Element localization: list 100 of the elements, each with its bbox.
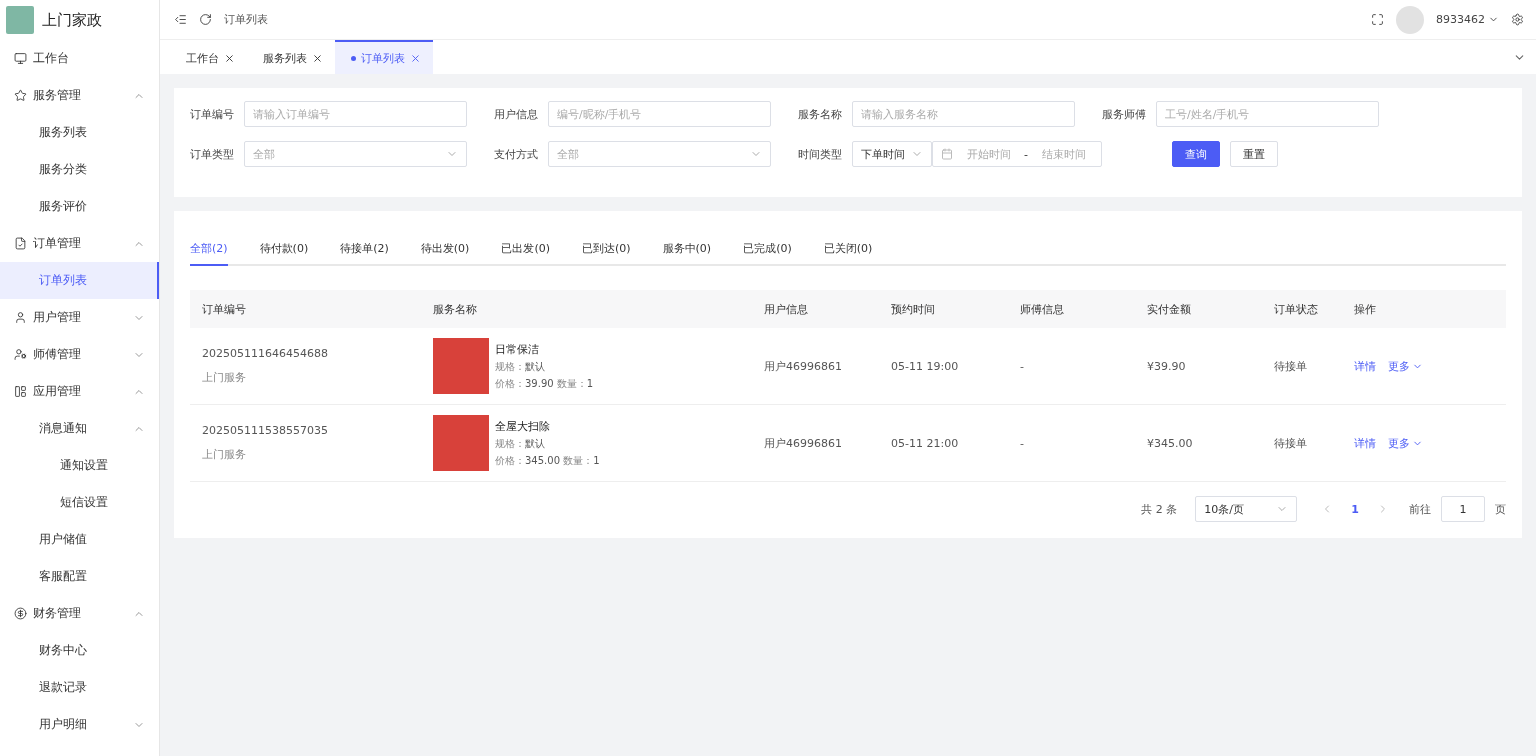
order-number: 202505111646454688 (202, 347, 329, 360)
column-header: 预约时间 (890, 301, 936, 317)
calendar-icon (941, 148, 953, 160)
sidebar-item[interactable]: 用户明细 (0, 706, 159, 743)
column-header: 订单状态 (1273, 301, 1319, 317)
status-tab[interactable]: 已出发(0) (501, 233, 550, 266)
sidebar-item[interactable]: 服务管理 (0, 77, 159, 114)
status-tab[interactable]: 待付款(0) (259, 233, 309, 266)
select-field[interactable]: 下单时间 (852, 141, 932, 167)
status-tab[interactable]: 已到达(0) (581, 233, 631, 266)
sidebar-item[interactable]: 通知设置 (0, 447, 159, 484)
page-size-select[interactable]: 10条/页 (1195, 496, 1298, 522)
total-count: 共 2 条 (1141, 501, 1178, 517)
sidebar-item[interactable]: 订单管理 (0, 225, 159, 262)
sidebar-item[interactable]: 工作台 (0, 40, 159, 77)
sidebar-item[interactable]: 应用管理 (0, 373, 159, 410)
sidebar-item[interactable]: 服务评价 (0, 188, 159, 225)
table-cell-text: 待接单 (1273, 358, 1308, 374)
page-tab[interactable]: 订单列表 (335, 40, 433, 74)
service-price: 价格：345.00 数量：1 (495, 453, 600, 468)
page-tab[interactable]: 工作台 (170, 40, 247, 74)
column-header: 师傅信息 (1019, 301, 1065, 317)
layout-icon (14, 385, 27, 398)
active-dot-icon (351, 55, 356, 61)
column-header: 实付金额 (1146, 301, 1192, 317)
goto-label: 前往 (1409, 501, 1431, 517)
service-spec: 规格：默认 (495, 359, 546, 374)
user-icon (14, 311, 27, 324)
table-cell-text: 用户46996861 (763, 435, 843, 451)
sidebar-item[interactable]: 财务中心 (0, 632, 159, 669)
column-header: 订单编号 (201, 301, 247, 317)
filter-label: 时间类型 (798, 146, 843, 162)
status-tab[interactable]: 服务中(0) (662, 233, 712, 266)
order-type: 上门服务 (202, 370, 247, 385)
breadcrumb: 订单列表 (224, 12, 269, 27)
fullscreen-icon[interactable] (1371, 13, 1384, 26)
status-tab[interactable]: 已完成(0) (743, 233, 792, 266)
column-header: 用户信息 (763, 301, 809, 317)
order-number: 202505111538557035 (202, 424, 329, 437)
table-cell-text: 待接单 (1273, 435, 1308, 451)
sidebar-item[interactable]: 用户管理 (0, 299, 159, 336)
document-check-icon (14, 237, 27, 250)
sidebar-item[interactable]: 客服配置 (0, 558, 159, 595)
sidebar-item[interactable]: 财务管理 (0, 595, 159, 632)
filter-label: 支付方式 (494, 146, 539, 162)
photo-placeholder (433, 415, 489, 471)
column-header: 服务名称 (432, 301, 478, 317)
sidebar-item[interactable]: 服务列表 (0, 114, 159, 151)
table-cell-text: 用户46996861 (763, 358, 843, 374)
sidebar-item[interactable]: 师傅管理 (0, 336, 159, 373)
app-title: 上门家政 (42, 10, 102, 30)
service-name: 全屋大扫除 (495, 418, 551, 434)
page-number[interactable]: 1 (1343, 502, 1367, 516)
table-cell-text: - (1019, 359, 1025, 373)
refresh-icon[interactable] (199, 13, 212, 26)
search-button[interactable]: 查询 (1172, 141, 1220, 167)
table-cell-text: ¥345.00 (1146, 436, 1194, 450)
logo-icon (6, 6, 34, 34)
page-input[interactable]: 1 (1441, 496, 1485, 522)
date-range-field[interactable]: 开始时间 - 结束时间 (932, 141, 1102, 167)
currency-icon (14, 607, 27, 620)
status-tab[interactable]: 待出发(0) (420, 233, 470, 266)
service-spec: 规格：默认 (495, 436, 546, 451)
sidebar-item[interactable]: 退款记录 (0, 669, 159, 706)
more-link[interactable]: 更多 (1388, 435, 1423, 451)
filter-label: 订单编号 (190, 106, 235, 122)
table-cell-text: 05-11 19:00 (890, 359, 960, 373)
status-tab[interactable]: 已关闭(0) (823, 233, 873, 266)
sidebar-item[interactable]: 用户储值 (0, 521, 159, 558)
settings-icon[interactable] (1511, 13, 1524, 26)
details-link[interactable]: 详情 (1354, 435, 1376, 451)
menu-icon[interactable] (174, 13, 187, 26)
sidebar-item[interactable]: 服务分类 (0, 151, 159, 188)
order-type: 上门服务 (202, 447, 247, 462)
table-cell-text: 05-11 21:00 (890, 436, 960, 450)
filter-label: 服务师傅 (1102, 106, 1147, 122)
filter-label: 服务名称 (798, 106, 843, 122)
service-price: 价格：39.90 数量：1 (495, 376, 594, 391)
more-link[interactable]: 更多 (1388, 358, 1423, 374)
table-cell-text: ¥39.90 (1146, 359, 1187, 373)
close-icon[interactable] (224, 52, 235, 64)
user-menu[interactable]: 8933462 (1436, 13, 1499, 26)
table-cell-text: - (1019, 436, 1025, 450)
page-suffix: 页 (1495, 501, 1506, 517)
status-tab[interactable]: 待接单(2) (340, 233, 389, 266)
photo-placeholder (433, 338, 489, 394)
page-tab[interactable]: 服务列表 (247, 40, 335, 74)
monitor-icon (14, 52, 27, 65)
status-tab[interactable]: 全部(2) (190, 233, 228, 266)
sidebar-item[interactable]: 消息通知 (0, 410, 159, 447)
filter-label: 订单类型 (190, 146, 235, 162)
details-link[interactable]: 详情 (1354, 358, 1376, 374)
reset-button[interactable]: 重置 (1230, 141, 1278, 167)
filter-label: 用户信息 (494, 106, 539, 122)
column-header: 操作 (1353, 301, 1377, 317)
service-name: 日常保洁 (495, 341, 540, 357)
sidebar-item[interactable]: 订单列表 (0, 262, 159, 299)
close-icon[interactable] (312, 52, 323, 64)
sidebar-item[interactable]: 短信设置 (0, 484, 159, 521)
user-gear-icon (14, 348, 27, 361)
